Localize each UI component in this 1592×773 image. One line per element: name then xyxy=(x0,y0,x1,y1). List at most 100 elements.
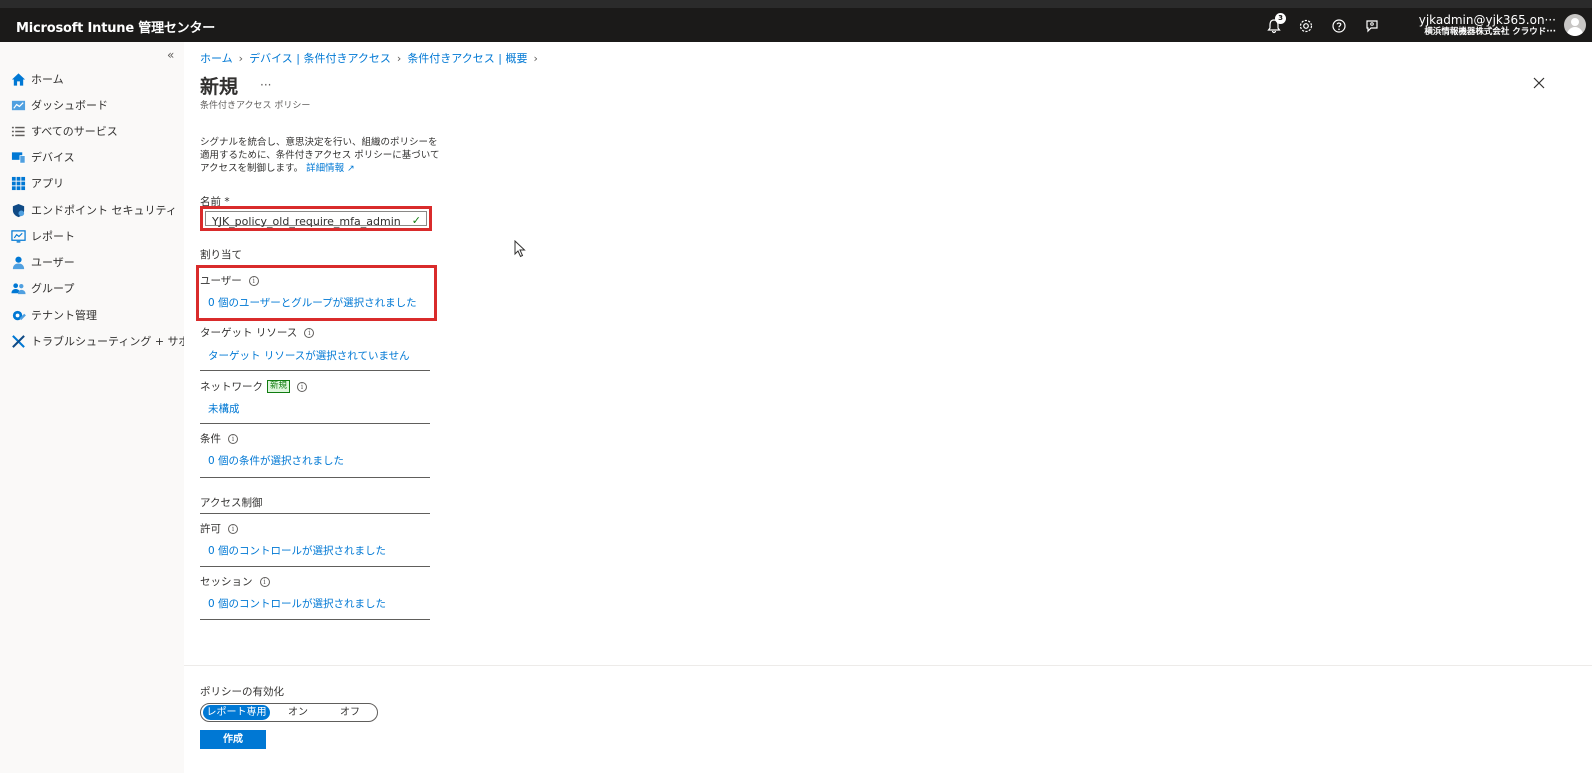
sidebar-item-dashboard[interactable]: ダッシュボード xyxy=(10,95,108,115)
gear-icon[interactable] xyxy=(1297,17,1315,35)
breadcrumb: ホーム › デバイス | 条件付きアクセス › 条件付きアクセス | 概要 › xyxy=(200,50,544,66)
network-link[interactable]: 未構成 xyxy=(208,401,240,416)
create-button[interactable]: 作成 xyxy=(200,730,266,749)
browser-top-strip xyxy=(0,0,1592,8)
session-label-text: セッション xyxy=(200,576,253,588)
divider xyxy=(200,513,430,514)
info-icon[interactable]: i xyxy=(297,381,308,392)
sidebar-item-all-services[interactable]: すべてのサービス xyxy=(10,121,118,141)
info-icon[interactable]: i xyxy=(228,523,238,534)
breadcrumb-home[interactable]: ホーム xyxy=(200,52,233,65)
breadcrumb-devices-ca[interactable]: デバイス | 条件付きアクセス xyxy=(249,52,391,65)
close-icon[interactable] xyxy=(1532,76,1546,90)
users-label: ユーザー i xyxy=(200,273,259,288)
sidebar-item-label: エンドポイント セキュリティ xyxy=(31,204,177,217)
conditions-label-text: 条件 xyxy=(200,433,221,445)
divider xyxy=(200,370,430,371)
collapse-sidebar-button[interactable]: « xyxy=(167,48,174,62)
user-icon xyxy=(10,254,26,270)
account-org: 横浜情報機器株式会社 クラウド··· xyxy=(1424,27,1556,37)
session-label: セッション i xyxy=(200,574,270,589)
sidebar-item-groups[interactable]: グループ xyxy=(10,278,74,298)
sidebar-item-endpoint-security[interactable]: エンドポイント セキュリティ xyxy=(10,200,177,220)
name-field-highlight: YJK_policy_old_require_mfa_admin ✓ xyxy=(200,206,432,231)
sidebar-item-apps[interactable]: アプリ xyxy=(10,173,64,193)
target-resources-label: ターゲット リソース i xyxy=(200,325,315,340)
enable-policy-toggle: レポート専用 オン オフ xyxy=(200,703,378,722)
toggle-off[interactable]: オフ xyxy=(325,705,375,720)
enable-policy-label: ポリシーの有効化 xyxy=(200,686,284,698)
tenant-admin-icon xyxy=(10,307,26,323)
toggle-on[interactable]: オン xyxy=(273,705,323,720)
shield-icon xyxy=(10,202,26,218)
grant-label-text: 許可 xyxy=(200,523,221,535)
list-icon xyxy=(10,123,26,139)
toggle-report-only[interactable]: レポート専用 xyxy=(203,705,270,720)
divider xyxy=(200,423,430,424)
network-label-text: ネットワーク xyxy=(200,381,263,393)
sidebar-item-label: テナント管理 xyxy=(31,309,97,322)
report-icon xyxy=(10,228,26,244)
mouse-cursor-icon xyxy=(514,240,526,258)
policy-description: シグナルを統合し、意思決定を行い、組織のポリシーを適用するために、条件付きアクセ… xyxy=(200,136,440,176)
chevron-right-icon: › xyxy=(533,52,538,65)
sidebar-item-label: ダッシュボード xyxy=(31,99,108,112)
page-subtitle: 条件付きアクセス ポリシー xyxy=(200,101,311,111)
home-icon xyxy=(10,71,26,87)
sidebar-item-label: すべてのサービス xyxy=(31,125,118,138)
sidebar-item-reports[interactable]: レポート xyxy=(10,226,75,246)
breadcrumb-ca-overview[interactable]: 条件付きアクセス | 概要 xyxy=(407,52,527,65)
sidebar-item-home[interactable]: ホーム xyxy=(10,69,64,89)
main-content: ホーム › デバイス | 条件付きアクセス › 条件付きアクセス | 概要 › 新規 ··… xyxy=(184,42,1592,773)
more-options-button[interactable]: ··· xyxy=(260,78,271,92)
feedback-icon[interactable] xyxy=(1363,17,1381,35)
sidebar-item-label: ホーム xyxy=(31,73,64,86)
sidebar-item-troubleshooting[interactable]: トラブルシューティング + サポート xyxy=(10,331,212,351)
page-title: 新規 xyxy=(200,76,239,98)
avatar[interactable] xyxy=(1564,14,1586,36)
learn-more-link[interactable]: 詳細情報 xyxy=(306,163,344,174)
target-resources-link[interactable]: ターゲット リソースが選択されていません xyxy=(208,348,410,363)
target-resources-label-text: ターゲット リソース xyxy=(200,327,298,339)
divider xyxy=(200,566,430,567)
portal-brand[interactable]: Microsoft Intune 管理センター xyxy=(16,17,215,36)
sidebar-item-label: グループ xyxy=(31,282,75,295)
grant-link[interactable]: 0 個のコントロールが選択されました xyxy=(208,543,386,558)
name-field[interactable]: YJK_policy_old_require_mfa_admin ✓ xyxy=(205,211,427,228)
help-icon[interactable] xyxy=(1330,17,1348,35)
footer-separator xyxy=(184,665,1592,666)
dashboard-icon xyxy=(10,97,26,113)
info-icon[interactable]: i xyxy=(248,275,259,286)
users-selection-link[interactable]: 0 個のユーザーとグループが選択されました xyxy=(208,295,417,310)
checkmark-icon: ✓ xyxy=(411,214,421,227)
divider xyxy=(200,477,430,478)
conditions-link[interactable]: 0 個の条件が選択されました xyxy=(208,453,344,468)
info-icon[interactable]: i xyxy=(259,576,270,587)
assignments-heading: 割り当て xyxy=(200,249,242,261)
grant-label: 許可 i xyxy=(200,521,238,536)
info-icon[interactable]: i xyxy=(228,433,238,444)
chevron-right-icon: › xyxy=(396,52,402,65)
top-bar: Microsoft Intune 管理センター 3 yjkadmin@yjk36… xyxy=(0,8,1592,42)
access-controls-heading: アクセス制御 xyxy=(200,497,263,509)
network-label: ネットワーク 新規 i xyxy=(200,379,308,394)
account-email: yjkadmin@yjk365.on··· xyxy=(1418,13,1556,27)
users-label-text: ユーザー xyxy=(200,275,242,287)
divider xyxy=(200,619,430,620)
group-icon xyxy=(10,280,26,296)
sidebar-item-devices[interactable]: デバイス xyxy=(10,147,75,167)
sidebar-item-users[interactable]: ユーザー xyxy=(10,252,75,272)
troubleshoot-icon xyxy=(10,333,26,349)
notification-count: 3 xyxy=(1275,13,1286,24)
bell-icon[interactable]: 3 xyxy=(1265,13,1286,35)
name-field-value: YJK_policy_old_require_mfa_admin xyxy=(212,215,401,228)
session-link[interactable]: 0 個のコントロールが選択されました xyxy=(208,596,386,611)
sidebar-item-tenant-admin[interactable]: テナント管理 xyxy=(10,305,97,325)
account-info[interactable]: yjkadmin@yjk365.on··· 横浜情報機器株式会社 クラウド··· xyxy=(1419,13,1556,38)
sidebar-item-label: レポート xyxy=(31,230,75,243)
conditions-label: 条件 i xyxy=(200,431,238,446)
info-icon[interactable]: i xyxy=(304,327,315,338)
sidebar-item-label: ユーザー xyxy=(31,256,75,269)
sidebar-item-label: アプリ xyxy=(31,177,64,190)
new-badge: 新規 xyxy=(267,380,291,393)
